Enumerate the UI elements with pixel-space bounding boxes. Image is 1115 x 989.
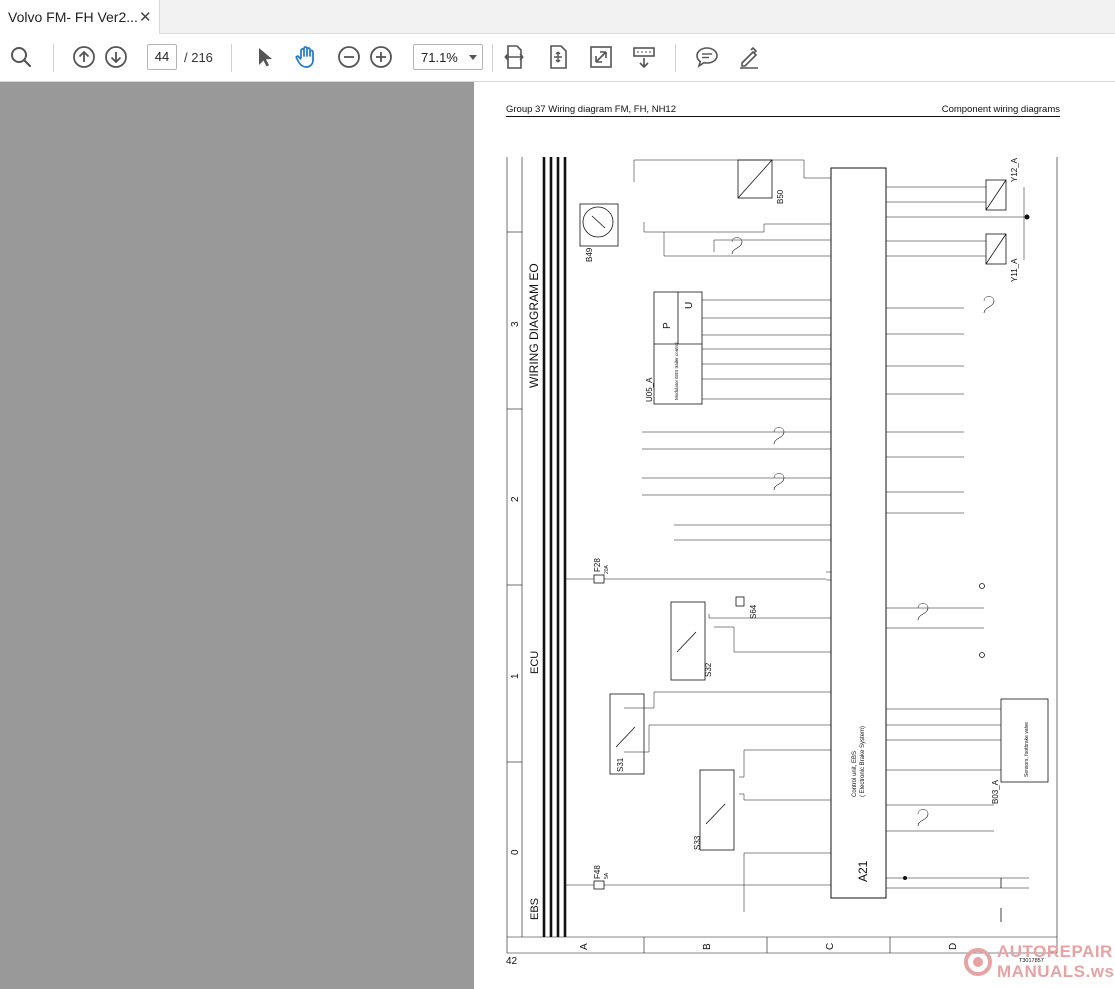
component-label-b50: B50: [776, 189, 785, 204]
component-label-s64: S64: [749, 604, 758, 619]
document-tab[interactable]: Volvo FM- FH Ver2... ✕: [0, 0, 160, 34]
unit-desc: Modulator EBS trailer control: [674, 342, 679, 400]
control-unit-desc: ( Electronic Brake System): [860, 726, 866, 797]
toolbar-separator: [492, 44, 493, 72]
grid-letter: A: [579, 943, 590, 950]
fullscreen-icon[interactable]: [586, 42, 616, 72]
grid-number: 3: [510, 321, 521, 327]
bus-label-ebs: EBS: [529, 898, 541, 920]
watermark-line1: AUTOREPAIR: [997, 942, 1113, 961]
zoom-value: 71.1%: [421, 50, 458, 65]
component-label-u: U: [684, 302, 695, 309]
comment-icon[interactable]: [692, 42, 722, 72]
zoom-out-icon[interactable]: [334, 42, 364, 72]
document-viewer[interactable]: Group 37 Wiring diagram FM, FH, NH12 Com…: [0, 82, 1115, 989]
control-unit-label: A21: [856, 860, 870, 882]
watermark: AUTOREPAIR MANUALS.ws: [961, 940, 1115, 986]
page-number-input[interactable]: 44: [147, 44, 177, 70]
scroll-mode-icon[interactable]: [629, 42, 659, 72]
pdf-toolbar: 44 / 216 71.1%: [0, 34, 1115, 82]
tab-bar: Volvo FM- FH Ver2... ✕: [0, 0, 1115, 34]
close-icon[interactable]: ✕: [139, 8, 152, 26]
component-desc-b03a: Sensors, footbrake valve: [1024, 722, 1030, 777]
gear-icon: [964, 948, 992, 976]
component-label-y12a: Y12_A: [1010, 157, 1019, 182]
toolbar-separator: [231, 44, 232, 72]
component-label-b49: B49: [585, 247, 594, 262]
zoom-select[interactable]: 71.1%: [413, 44, 483, 70]
page-total: / 216: [184, 50, 213, 65]
component-label-f28: F28: [593, 558, 602, 572]
hand-tool-icon[interactable]: [291, 42, 321, 72]
search-icon[interactable]: [6, 42, 36, 72]
page-up-icon[interactable]: [69, 42, 99, 72]
component-label-f48a: 5A: [604, 872, 610, 879]
fuse-f28: [593, 574, 605, 584]
component-label-u05a: U05_A: [645, 377, 654, 402]
grid-letter: D: [948, 943, 959, 950]
control-unit-a21: [830, 167, 887, 899]
grid-number: 0: [510, 849, 521, 855]
switch-s33: [699, 769, 735, 851]
grid-letter: B: [702, 943, 713, 950]
switch-s64: [735, 596, 745, 607]
component-label-s32: S32: [704, 662, 713, 677]
component-label-s33: S33: [693, 835, 702, 850]
draw-icon[interactable]: [734, 42, 764, 72]
toolbar-separator: [53, 44, 54, 72]
component-label-f28a: 20A: [604, 564, 610, 574]
select-cursor-icon[interactable]: [248, 42, 278, 72]
zoom-in-icon[interactable]: [366, 42, 396, 72]
fuse-f48: [593, 880, 605, 890]
fit-width-icon[interactable]: [499, 42, 529, 72]
grid-number: 1: [510, 673, 521, 679]
grid-letter: C: [825, 943, 836, 950]
wiring-diagram: WIRING DIAGRAM EO EBS ECU 3 2 1 0 A B C …: [506, 157, 1058, 954]
chevron-down-icon: [469, 55, 477, 60]
page-number: 42: [506, 956, 518, 967]
component-label-y11a: Y11_A: [1010, 258, 1019, 282]
component-label-s31: S31: [616, 757, 625, 772]
component-label-b03a: B03_A: [991, 779, 1000, 804]
control-unit-desc: Control unit, EBS: [852, 751, 858, 797]
component-label-p: P: [662, 322, 673, 329]
grid-number: 2: [510, 496, 521, 502]
diagram-title: WIRING DIAGRAM EO: [527, 263, 541, 388]
page-down-icon[interactable]: [101, 42, 131, 72]
bus-label-ecu: ECU: [529, 651, 541, 674]
fit-page-icon[interactable]: [543, 42, 573, 72]
toolbar-separator: [675, 44, 676, 72]
component-label-f48: F48: [593, 865, 602, 879]
pdf-page: Group 37 Wiring diagram FM, FH, NH12 Com…: [474, 82, 1115, 989]
watermark-line2: MANUALS.ws: [997, 962, 1115, 981]
tab-title: Volvo FM- FH Ver2...: [8, 9, 138, 25]
